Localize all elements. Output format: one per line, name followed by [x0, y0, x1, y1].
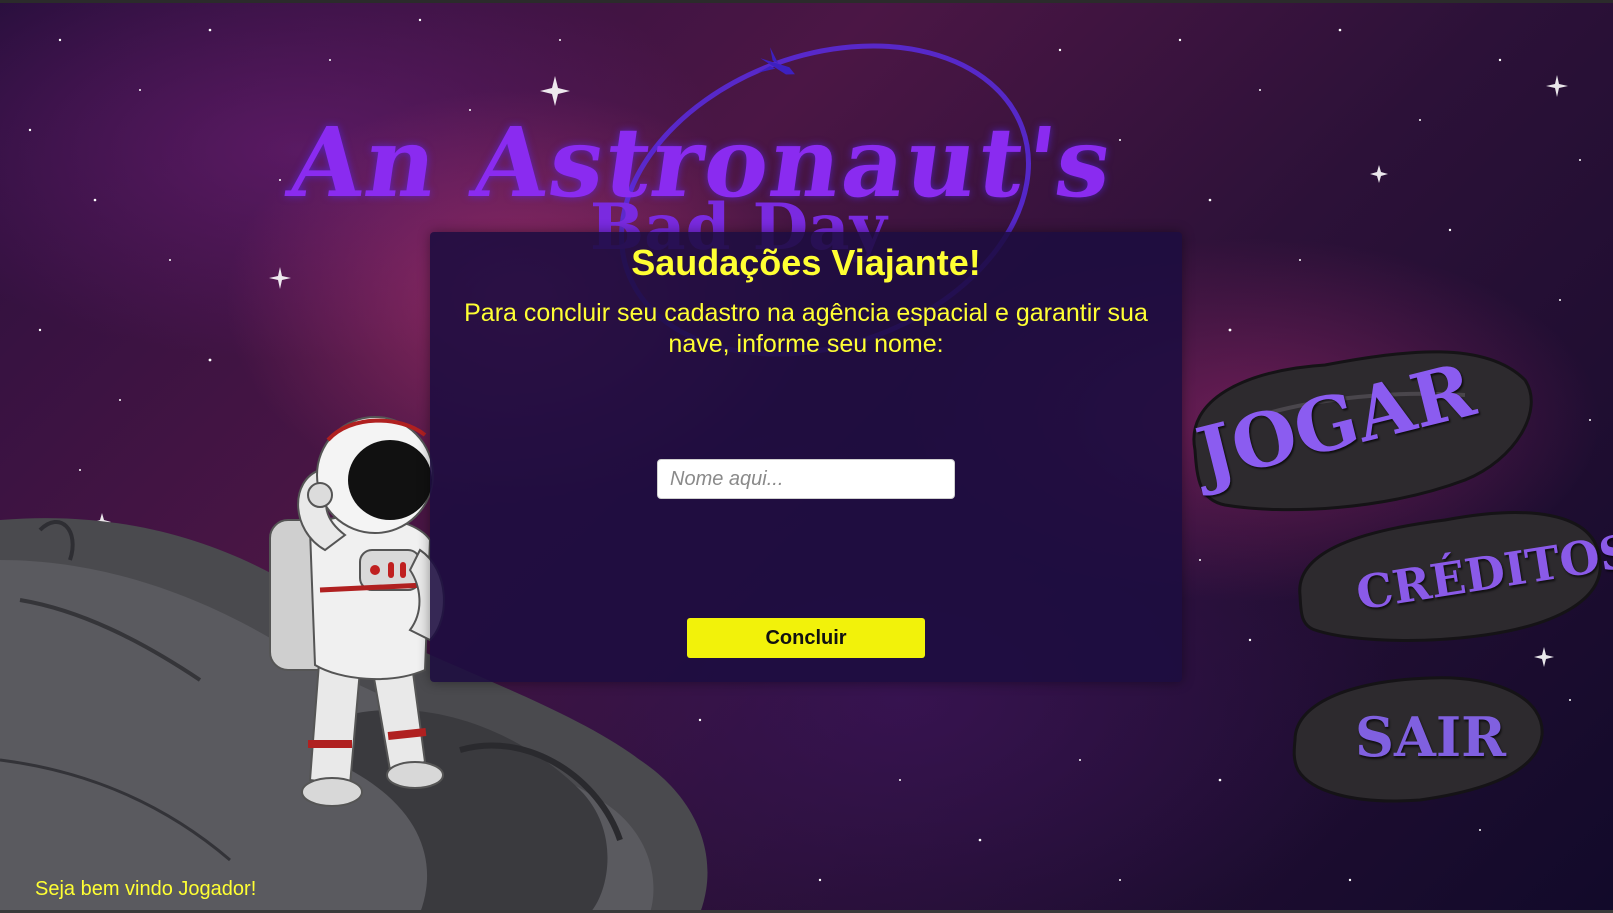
- dialog-message: Para concluir seu cadastro na agência es…: [464, 299, 1148, 358]
- game-background: An Astronaut's Bad Day JOGAR CRÉDITOS SA…: [0, 0, 1613, 913]
- exit-button[interactable]: SAIR: [1355, 705, 1506, 769]
- registration-dialog: Saudações Viajante! Para concluir seu ca…: [430, 232, 1182, 682]
- welcome-message: Seja bem vindo Jogador!: [35, 878, 257, 900]
- top-border: [0, 0, 1613, 3]
- dialog-title: Saudações Viajante!: [631, 242, 981, 283]
- name-input[interactable]: [657, 459, 955, 499]
- conclude-button[interactable]: Concluir: [687, 618, 925, 658]
